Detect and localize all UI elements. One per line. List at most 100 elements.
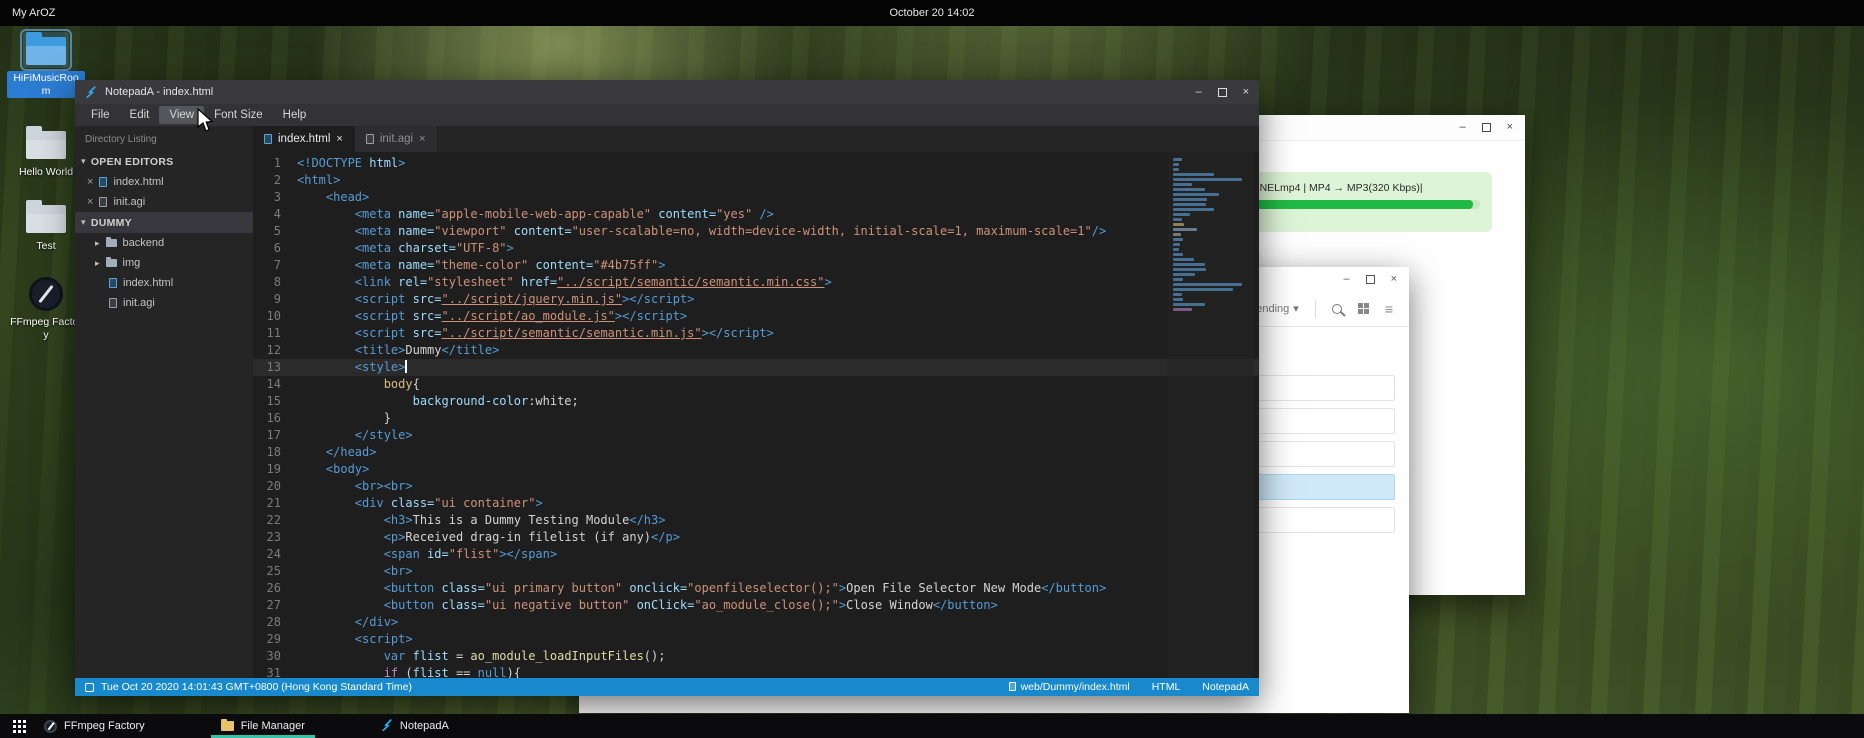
close-icon[interactable]: × (1243, 87, 1249, 98)
code-line[interactable]: 18 </head> (253, 444, 1259, 461)
taskbar-item-label: NotepadA (400, 720, 449, 732)
sidebar-item-backend[interactable]: ▸backend (75, 233, 253, 253)
close-icon[interactable]: × (87, 196, 93, 208)
sidebar-item-index.html[interactable]: index.html (75, 273, 253, 293)
code-line[interactable]: 21 <div class="ui container"> (253, 495, 1259, 512)
menu-help[interactable]: Help (273, 106, 317, 124)
tab-index.html[interactable]: index.html × (253, 126, 355, 152)
sidebar-item-init.agi[interactable]: init.agi (75, 293, 253, 313)
maximize-icon[interactable] (1366, 275, 1375, 284)
maximize-icon[interactable] (1482, 123, 1491, 132)
code-line[interactable]: 15 background-color:white; (253, 393, 1259, 410)
code-text: background-color:white; (297, 393, 579, 410)
desktop-icon-hello-world[interactable]: Hello World (6, 126, 86, 180)
code-line[interactable]: 20 <br><br> (253, 478, 1259, 495)
taskbar-item-notepada[interactable]: NotepadA (371, 714, 459, 738)
code-line[interactable]: 23 <p>Received drag-in filelist (if any)… (253, 529, 1259, 546)
code-line[interactable]: 27 <button class="ui negative button" on… (253, 597, 1259, 614)
code-area[interactable]: 1<!DOCTYPE html>2<html>3 <head>4 <meta n… (253, 152, 1259, 678)
code-text: <p>Received drag-in filelist (if any)</p… (297, 529, 680, 546)
code-line[interactable]: 26 <button class="ui primary button" onc… (253, 580, 1259, 597)
code-line[interactable]: 4 <meta name="apple-mobile-web-app-capab… (253, 206, 1259, 223)
code-line[interactable]: 19 <body> (253, 461, 1259, 478)
code-line[interactable]: 5 <meta name="viewport" content="user-sc… (253, 223, 1259, 240)
notepada-titlebar[interactable]: NotepadA - index.html – × (75, 80, 1259, 104)
window-title: NotepadA - index.html (105, 86, 213, 98)
grid-view-icon[interactable] (1358, 303, 1369, 314)
code-line[interactable]: 17 </style> (253, 427, 1259, 444)
menu-font-size[interactable]: Font Size (204, 106, 273, 124)
menu-view[interactable]: View (159, 106, 204, 124)
code-line[interactable]: 10 <script src="../script/ao_module.js">… (253, 308, 1259, 325)
status-datetime: Tue Oct 20 2020 14:01:43 GMT+0800 (Hong … (101, 681, 412, 693)
menu-file[interactable]: File (81, 106, 120, 124)
minimap[interactable] (1167, 152, 1253, 678)
code-line[interactable]: 28 </div> (253, 614, 1259, 631)
search-icon[interactable] (1332, 304, 1342, 314)
progress-bar (1252, 200, 1473, 209)
code-line[interactable]: 30 var flist = ao_module_loadInputFiles(… (253, 648, 1259, 665)
code-line[interactable]: 31 if (flist == null){ (253, 665, 1259, 678)
code-line[interactable]: 1<!DOCTYPE html> (253, 155, 1259, 172)
code-line[interactable]: 6 <meta charset="UTF-8"> (253, 240, 1259, 257)
code-line[interactable]: 14 body{ (253, 376, 1259, 393)
notepada-window[interactable]: NotepadA - index.html – × FileEditViewFo… (75, 80, 1259, 696)
minimap-line (1173, 298, 1183, 301)
taskbar-item-ffmpeg-factory[interactable]: FFmpeg Factory (34, 714, 155, 738)
minimap-line (1173, 163, 1179, 166)
close-icon[interactable]: × (419, 133, 425, 145)
sidebar-item-init.agi[interactable]: ×init.agi (75, 192, 253, 212)
menu-edit[interactable]: Edit (120, 106, 160, 124)
code-text: <br> (297, 563, 413, 580)
minimize-icon[interactable]: – (1343, 274, 1349, 285)
minimize-icon[interactable]: – (1459, 122, 1465, 133)
close-icon[interactable]: × (336, 133, 342, 145)
code-line[interactable]: 11 <script src="../script/semantic/seman… (253, 325, 1259, 342)
tab-label: index.html (278, 133, 330, 145)
clock: October 20 14:02 (889, 7, 974, 19)
menubar: FileEditViewFont SizeHelp (75, 104, 1259, 126)
code-line[interactable]: 12 <title>Dummy</title> (253, 342, 1259, 359)
minimize-icon[interactable]: – (1195, 87, 1201, 98)
sidebar-item-img[interactable]: ▸img (75, 253, 253, 273)
sidebar-section-dummy[interactable]: ▾DUMMY (75, 212, 253, 233)
line-number: 3 (253, 189, 297, 206)
code-line[interactable]: 2<html> (253, 172, 1259, 189)
file-icon (366, 134, 374, 144)
desktop-icon-ffmpeg-factory[interactable]: FFmpeg Factory (6, 276, 86, 343)
code-line[interactable]: 25 <br> (253, 563, 1259, 580)
code-line[interactable]: 8 <link rel="stylesheet" href="../script… (253, 274, 1259, 291)
sort-dropdown[interactable]: ending ▾ (1256, 302, 1299, 315)
code-line[interactable]: 9 <script src="../script/jquery.min.js">… (253, 291, 1259, 308)
code-line[interactable]: 3 <head> (253, 189, 1259, 206)
close-icon[interactable]: × (1507, 122, 1513, 133)
code-line[interactable]: 22 <h3>This is a Dummy Testing Module</h… (253, 512, 1259, 529)
code-text: <script> (297, 631, 413, 648)
minimap-line (1173, 223, 1184, 226)
line-number: 14 (253, 376, 297, 393)
sidebar-item-index.html[interactable]: ×index.html (75, 172, 253, 192)
line-number: 25 (253, 563, 297, 580)
minimap-line (1173, 278, 1183, 281)
code-line[interactable]: 29 <script> (253, 631, 1259, 648)
taskbar-item-file-manager[interactable]: File Manager (211, 714, 315, 738)
start-menu-button[interactable] (6, 714, 32, 738)
list-view-icon[interactable]: ≡ (1385, 302, 1393, 316)
code-line[interactable]: 16 } (253, 410, 1259, 427)
desktop-icon-hifimusicroom[interactable]: HiFiMusicRoom (6, 32, 86, 99)
code-line[interactable]: 7 <meta name="theme-color" content="#4b7… (253, 257, 1259, 274)
status-appname: NotepadA (1202, 681, 1249, 693)
minimap-line (1173, 293, 1182, 296)
folder-icon (221, 721, 234, 731)
close-icon[interactable]: × (1391, 274, 1397, 285)
desktop-icon-test[interactable]: Test (6, 200, 86, 254)
sidebar-section-open-editors[interactable]: ▾OPEN EDITORS (75, 151, 253, 172)
minimap-line (1173, 173, 1214, 176)
maximize-icon[interactable] (1218, 88, 1227, 97)
close-icon[interactable]: × (87, 176, 93, 188)
minimap-line (1173, 193, 1219, 196)
code-line[interactable]: 24 <span id="flist"></span> (253, 546, 1259, 563)
code-line[interactable]: 13 <style> (253, 359, 1259, 376)
line-number: 12 (253, 342, 297, 359)
tab-init.agi[interactable]: init.agi× (355, 126, 438, 152)
